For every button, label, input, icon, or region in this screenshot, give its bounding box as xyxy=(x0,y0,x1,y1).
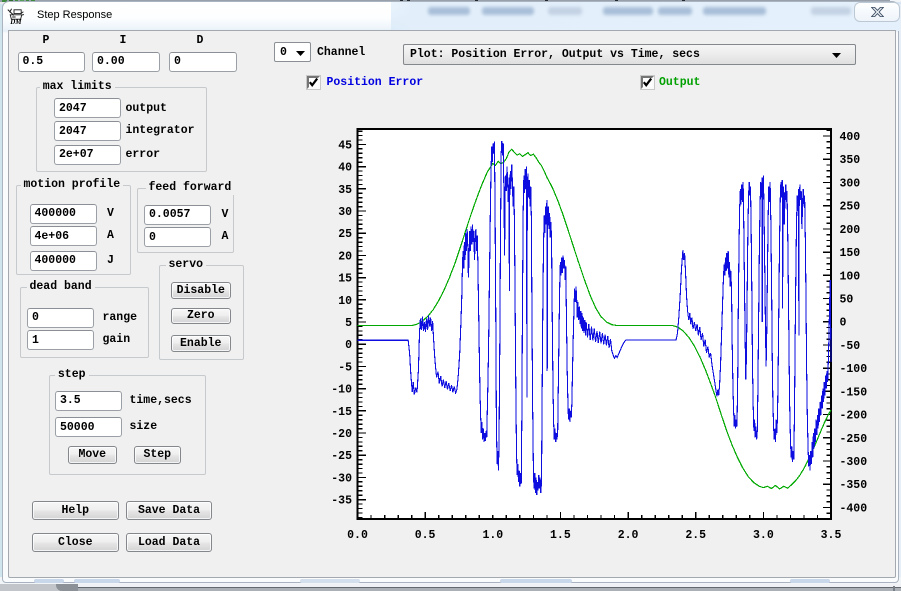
svg-text:350: 350 xyxy=(840,154,861,167)
svg-text:-20: -20 xyxy=(331,428,352,441)
svg-text:-35: -35 xyxy=(331,495,352,508)
svg-text:-5: -5 xyxy=(338,361,352,374)
svg-text:-300: -300 xyxy=(840,456,868,469)
svg-text:2.0: 2.0 xyxy=(618,529,639,542)
svg-text:200: 200 xyxy=(840,224,861,237)
svg-text:2.5: 2.5 xyxy=(685,529,706,542)
svg-text:30: 30 xyxy=(338,206,352,219)
svg-text:-25: -25 xyxy=(331,450,352,463)
svg-text:20: 20 xyxy=(338,250,352,263)
svg-text:250: 250 xyxy=(840,201,861,214)
svg-text:15: 15 xyxy=(338,273,352,286)
svg-text:-350: -350 xyxy=(840,479,868,492)
svg-text:100: 100 xyxy=(840,270,861,283)
svg-text:300: 300 xyxy=(840,177,861,190)
svg-text:0: 0 xyxy=(345,339,352,352)
svg-text:1.5: 1.5 xyxy=(550,529,571,542)
svg-text:-150: -150 xyxy=(840,386,868,399)
svg-text:-250: -250 xyxy=(840,433,868,446)
svg-text:40: 40 xyxy=(338,162,352,175)
svg-text:1.0: 1.0 xyxy=(482,529,503,542)
svg-text:-200: -200 xyxy=(840,410,868,423)
svg-text:0.5: 0.5 xyxy=(415,529,436,542)
svg-text:-30: -30 xyxy=(331,472,352,485)
svg-text:-100: -100 xyxy=(840,363,868,376)
svg-text:50: 50 xyxy=(840,294,854,307)
svg-text:3.0: 3.0 xyxy=(753,529,774,542)
svg-text:10: 10 xyxy=(338,295,352,308)
svg-text:3.5: 3.5 xyxy=(821,529,842,542)
svg-text:-10: -10 xyxy=(331,384,352,397)
svg-text:45: 45 xyxy=(338,139,352,152)
svg-text:5: 5 xyxy=(345,317,352,330)
svg-text:-400: -400 xyxy=(840,502,868,515)
svg-text:400: 400 xyxy=(840,131,861,144)
svg-text:150: 150 xyxy=(840,247,861,260)
svg-text:-15: -15 xyxy=(331,406,352,419)
svg-text:0.0: 0.0 xyxy=(347,529,368,542)
svg-text:0: 0 xyxy=(840,317,847,330)
svg-text:-50: -50 xyxy=(840,340,861,353)
svg-text:DM: DM xyxy=(9,18,22,26)
svg-text:25: 25 xyxy=(338,228,352,241)
svg-text:35: 35 xyxy=(338,184,352,197)
